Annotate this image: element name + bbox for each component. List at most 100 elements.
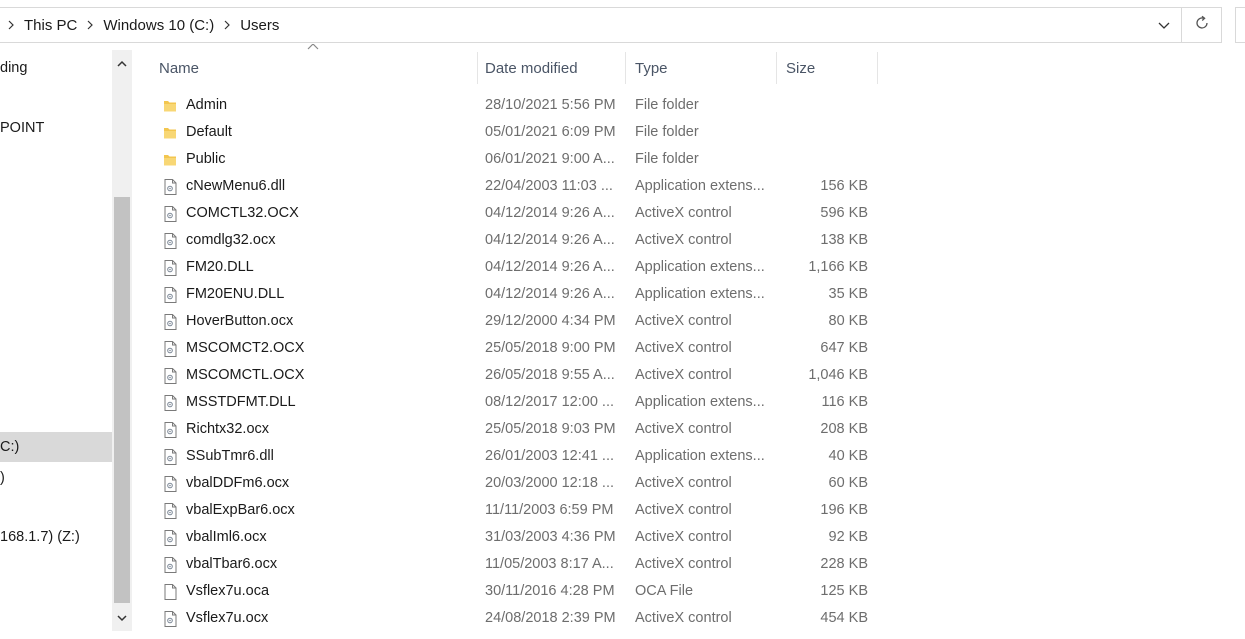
file-row[interactable]: Vsflex7u.oca 30/11/2016 4:28 PM OCA File 12…	[150, 578, 880, 605]
window-top-edge	[0, 0, 1245, 7]
column-header-label: Type	[635, 59, 668, 77]
nav-item-selected-drive[interactable]: C:)	[0, 432, 112, 462]
search-box[interactable]	[1235, 7, 1245, 43]
nav-item[interactable]: ding	[0, 53, 112, 83]
file-row[interactable]: MSSTDFMT.DLL 08/12/2017 12:00 ... Applicat…	[150, 389, 880, 416]
file-row[interactable]: cNewMenu6.dll 22/04/2003 11:03 ... Applica…	[150, 173, 880, 200]
file-size: 1,166 KB	[808, 259, 868, 275]
scroll-down-button[interactable]	[112, 605, 132, 631]
file-type: File folder	[635, 151, 699, 167]
file-name: cNewMenu6.dll	[186, 178, 286, 194]
file-row[interactable]: vbalIml6.ocx 31/03/2003 4:36 PM ActiveX co…	[150, 524, 880, 551]
file-date-modified: 04/12/2014 9:26 A...	[485, 259, 615, 275]
file-name: Richtx32.ocx	[186, 421, 270, 437]
file-size: 1,046 KB	[808, 367, 868, 383]
chevron-right-icon[interactable]	[85, 20, 95, 30]
file-row[interactable]: SSubTmr6.dll 26/01/2003 12:41 ... Applicat…	[150, 443, 880, 470]
file-row[interactable]: MSCOMCT2.OCX 25/05/2018 9:00 PM ActiveX co…	[150, 335, 880, 362]
file-row[interactable]: Admin 28/10/2021 5:56 PM File folder	[150, 92, 880, 119]
nav-item-label: C:)	[0, 439, 20, 455]
file-type: ActiveX control	[635, 313, 732, 329]
file-type: ActiveX control	[635, 610, 732, 626]
chevron-up-icon	[117, 60, 127, 67]
file-row[interactable]: vbalTbar6.ocx 11/05/2003 8:17 A... ActiveX…	[150, 551, 880, 578]
file-name: SSubTmr6.dll	[186, 448, 274, 464]
column-header-size[interactable]: Size	[777, 52, 878, 84]
file-size: 156 KB	[820, 178, 868, 194]
file-type: ActiveX control	[635, 340, 732, 356]
file-row[interactable]: comdlg32.ocx 04/12/2014 9:26 A... ActiveX …	[150, 227, 880, 254]
file-row[interactable]: MSCOMCTL.OCX 26/05/2018 9:55 A... ActiveX …	[150, 362, 880, 389]
folder-icon	[160, 119, 180, 146]
nav-scrollbar[interactable]	[112, 50, 132, 631]
file-name: COMCTL32.OCX	[186, 205, 299, 221]
file-type: ActiveX control	[635, 529, 732, 545]
scroll-up-button[interactable]	[112, 50, 132, 76]
dll-file-icon	[160, 389, 180, 416]
column-header-type[interactable]: Type	[626, 52, 777, 84]
file-type: ActiveX control	[635, 205, 732, 221]
file-name: vbalExpBar6.ocx	[186, 502, 295, 518]
file-type: Application extens...	[635, 286, 765, 302]
file-type: File folder	[635, 124, 699, 140]
dll-file-icon	[160, 173, 180, 200]
chevron-right-icon[interactable]	[222, 20, 232, 30]
column-headers: Name Date modified Type Size	[150, 52, 880, 84]
file-row[interactable]: Vsflex7u.ocx 24/08/2018 2:39 PM ActiveX co…	[150, 605, 880, 632]
file-row[interactable]: Default 05/01/2021 6:09 PM File folder	[150, 119, 880, 146]
file-row[interactable]: vbalDDFm6.ocx 20/03/2000 12:18 ... ActiveX…	[150, 470, 880, 497]
file-name: Public	[186, 151, 226, 167]
folder-icon	[160, 146, 180, 173]
file-row[interactable]: Public 06/01/2021 9:00 A... File folder	[150, 146, 880, 173]
ocx-file-icon	[160, 470, 180, 497]
breadcrumb-drive[interactable]: Windows 10 (C:)	[103, 17, 214, 34]
breadcrumb-this-pc[interactable]: This PC	[24, 17, 77, 34]
file-type: Application extens...	[635, 259, 765, 275]
file-type: ActiveX control	[635, 475, 732, 491]
blank-file-icon	[160, 578, 180, 605]
file-name: Vsflex7u.oca	[186, 583, 270, 599]
chevron-right-icon[interactable]	[6, 20, 16, 30]
breadcrumb-users[interactable]: Users	[240, 17, 279, 34]
file-date-modified: 25/05/2018 9:03 PM	[485, 421, 616, 437]
file-row[interactable]: vbalExpBar6.ocx 11/11/2003 6:59 PM ActiveX…	[150, 497, 880, 524]
file-row[interactable]: FM20.DLL 04/12/2014 9:26 A... Application …	[150, 254, 880, 281]
refresh-button[interactable]	[1182, 7, 1222, 43]
file-date-modified: 22/04/2003 11:03 ...	[485, 178, 613, 194]
folder-icon	[160, 92, 180, 119]
file-name: Admin	[186, 97, 228, 113]
column-header-date[interactable]: Date modified	[476, 52, 626, 84]
column-header-name[interactable]: Name	[150, 52, 478, 84]
file-size	[770, 92, 868, 119]
ocx-file-icon	[160, 497, 180, 524]
file-size: 92 KB	[828, 529, 869, 545]
file-row[interactable]: COMCTL32.OCX 04/12/2014 9:26 A... ActiveX …	[150, 200, 880, 227]
file-date-modified: 20/03/2000 12:18 ...	[485, 475, 614, 491]
file-row[interactable]: Richtx32.ocx 25/05/2018 9:03 PM ActiveX co…	[150, 416, 880, 443]
file-size: 35 KB	[828, 286, 869, 302]
file-type: ActiveX control	[635, 421, 732, 437]
scroll-thumb[interactable]	[114, 197, 130, 603]
file-size: 60 KB	[828, 475, 869, 491]
dll-file-icon	[160, 254, 180, 281]
nav-item[interactable]: )	[0, 463, 112, 493]
file-type: ActiveX control	[635, 367, 732, 383]
ocx-file-icon	[160, 416, 180, 443]
chevron-down-icon[interactable]	[1155, 17, 1173, 35]
file-name: FM20ENU.DLL	[186, 286, 285, 302]
file-row[interactable]: HoverButton.ocx 29/12/2000 4:34 PM ActiveX…	[150, 308, 880, 335]
file-date-modified: 11/05/2003 8:17 A...	[485, 556, 614, 572]
file-date-modified: 31/03/2003 4:36 PM	[485, 529, 616, 545]
file-row[interactable]: FM20ENU.DLL 04/12/2014 9:26 A... Applicati…	[150, 281, 880, 308]
nav-item[interactable]: POINT	[0, 113, 112, 143]
address-bar[interactable]: This PC Windows 10 (C:) Users	[0, 7, 1182, 43]
file-size: 40 KB	[828, 448, 869, 464]
nav-item-network-drive[interactable]: 168.1.7) (Z:)	[0, 522, 112, 552]
file-name: comdlg32.ocx	[186, 232, 276, 248]
file-name: FM20.DLL	[186, 259, 254, 275]
file-name: MSCOMCTL.OCX	[186, 367, 305, 383]
file-date-modified: 26/01/2003 12:41 ...	[485, 448, 614, 464]
file-size: 228 KB	[820, 556, 868, 572]
file-type: OCA File	[635, 583, 694, 599]
dll-file-icon	[160, 443, 180, 470]
